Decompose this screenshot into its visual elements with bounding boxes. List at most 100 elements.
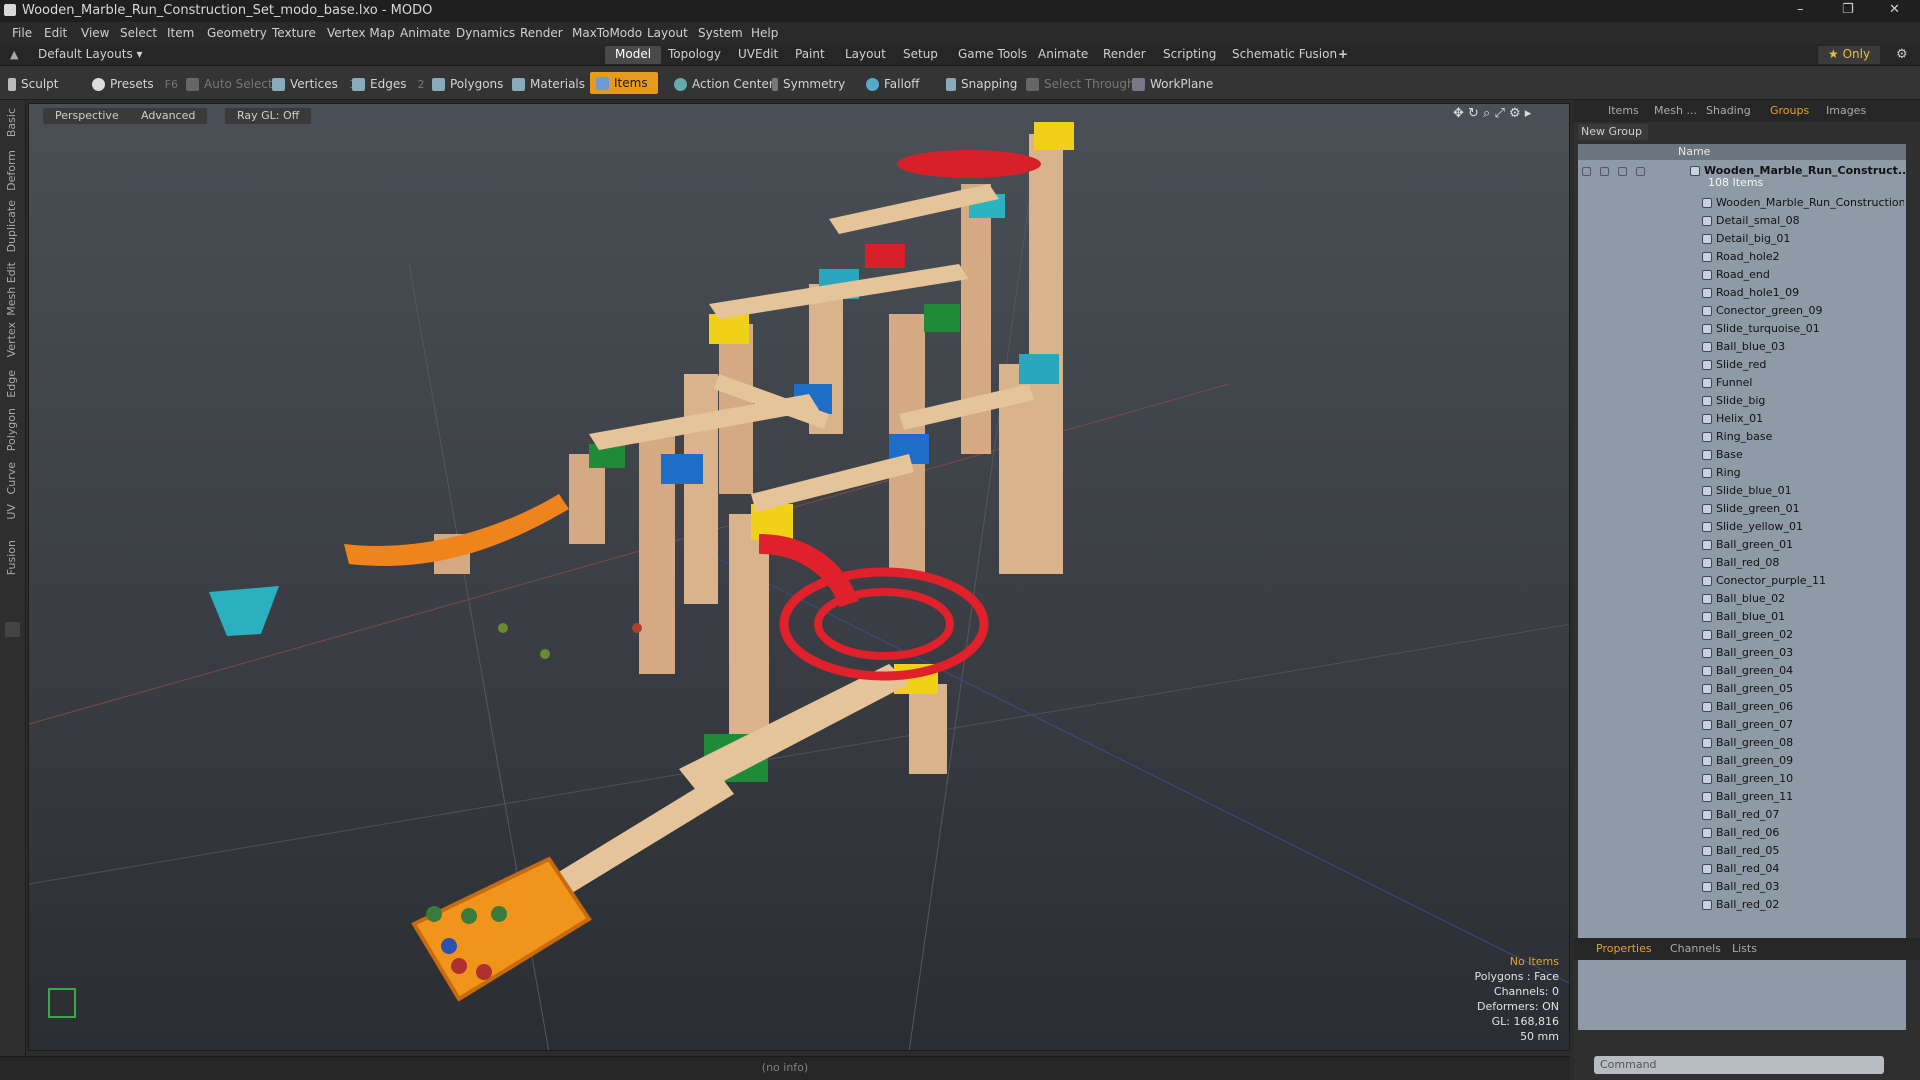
tree-item-row[interactable]: Slide_blue_01 bbox=[1578, 482, 1906, 500]
auto-select-button[interactable]: Auto Select bbox=[186, 74, 273, 94]
eye-toggle[interactable] bbox=[1582, 167, 1591, 176]
menu-geometry[interactable]: Geometry bbox=[207, 26, 267, 40]
menu-animate[interactable]: Animate bbox=[400, 26, 450, 40]
tab-mesh[interactable]: Mesh ... bbox=[1654, 104, 1697, 117]
materials-button[interactable]: Materials bbox=[512, 74, 585, 94]
tree-item-row[interactable]: Ball_red_05 bbox=[1578, 842, 1906, 860]
tab-render[interactable]: Render bbox=[1093, 46, 1156, 64]
command-input[interactable]: Command bbox=[1594, 1056, 1884, 1074]
tree-item-row[interactable]: Ball_green_04 bbox=[1578, 662, 1906, 680]
tree-item-row[interactable]: Ball_red_08 bbox=[1578, 554, 1906, 572]
tab-topology[interactable]: Topology bbox=[658, 46, 731, 64]
tab-images[interactable]: Images bbox=[1826, 104, 1866, 117]
vtab-basic[interactable]: Basic bbox=[5, 108, 18, 137]
vtab-edge[interactable]: Edge bbox=[5, 370, 18, 398]
tab-lists[interactable]: Lists bbox=[1732, 942, 1757, 955]
tree-item-row[interactable]: Conector_purple_11 bbox=[1578, 572, 1906, 590]
tab-groups[interactable]: Groups bbox=[1770, 104, 1809, 117]
tab-model[interactable]: Model bbox=[605, 46, 662, 64]
tree-item-row[interactable]: Ball_green_09 bbox=[1578, 752, 1906, 770]
tree-item-row[interactable]: Slide_big bbox=[1578, 392, 1906, 410]
menu-system[interactable]: System bbox=[698, 26, 743, 40]
tree-item-row[interactable]: Ball_blue_03 bbox=[1578, 338, 1906, 356]
layout-pin-icon[interactable]: ▲ bbox=[10, 48, 18, 61]
tree-item-row[interactable]: Slide_red bbox=[1578, 356, 1906, 374]
tree-item-row[interactable]: Ball_green_07 bbox=[1578, 716, 1906, 734]
sculpt-button[interactable]: Sculpt bbox=[8, 74, 58, 94]
tree-item-row[interactable]: Ball_green_02 bbox=[1578, 626, 1906, 644]
menu-select[interactable]: Select bbox=[120, 26, 157, 40]
menu-edit[interactable]: Edit bbox=[44, 26, 67, 40]
gear-icon[interactable]: ⚙ bbox=[1896, 47, 1908, 62]
menu-maxtomodo[interactable]: MaxToModo bbox=[572, 26, 642, 40]
tree-item-row[interactable]: Ring_base bbox=[1578, 428, 1906, 446]
tree-item-row[interactable]: Conector_green_09 bbox=[1578, 302, 1906, 320]
maximize-button[interactable]: ❐ bbox=[1842, 2, 1854, 17]
lock-toggle[interactable] bbox=[1600, 167, 1609, 176]
tree-item-row[interactable]: Ball_green_11 bbox=[1578, 788, 1906, 806]
tab-setup[interactable]: Setup bbox=[893, 46, 948, 64]
vtab-fusion[interactable]: Fusion bbox=[5, 540, 18, 575]
tab-properties[interactable]: Properties bbox=[1596, 942, 1652, 955]
tab-layout[interactable]: Layout bbox=[835, 46, 896, 64]
polygons-button[interactable]: Polygons bbox=[432, 74, 503, 94]
action-center-button[interactable]: Action Center bbox=[674, 74, 774, 94]
tree-item-row[interactable]: Helix_01 bbox=[1578, 410, 1906, 428]
groups-tree[interactable]: Name Wooden_Marble_Run_Construct... 108 I… bbox=[1578, 144, 1906, 1030]
tree-item-row[interactable]: Ball_green_08 bbox=[1578, 734, 1906, 752]
vtab-deform[interactable]: Deform bbox=[5, 150, 18, 191]
column-name[interactable]: Name bbox=[1678, 144, 1710, 160]
tab-game-tools[interactable]: Game Tools bbox=[948, 46, 1037, 64]
tree-item-row[interactable]: Road_hole1_09 bbox=[1578, 284, 1906, 302]
items-button[interactable]: Items bbox=[590, 72, 658, 94]
tree-item-row[interactable]: Ball_blue_02 bbox=[1578, 590, 1906, 608]
edges-button[interactable]: Edges 2 bbox=[352, 74, 424, 94]
menu-file[interactable]: File bbox=[12, 26, 32, 40]
tree-item-row[interactable]: Ball_red_07 bbox=[1578, 806, 1906, 824]
tree-item-row[interactable]: Base bbox=[1578, 446, 1906, 464]
3d-viewport[interactable]: Perspective Advanced Ray GL: Off ✥ ↻ ⌕ ⤢… bbox=[28, 103, 1570, 1051]
tab-channels[interactable]: Channels bbox=[1670, 942, 1721, 955]
tab-paint[interactable]: Paint bbox=[785, 46, 835, 64]
menu-layout[interactable]: Layout bbox=[647, 26, 688, 40]
tree-item-row[interactable]: Funnel bbox=[1578, 374, 1906, 392]
vtab-polygon[interactable]: Polygon bbox=[5, 408, 18, 451]
add-tab-button[interactable]: + bbox=[1328, 46, 1358, 64]
render-toggle[interactable] bbox=[1618, 167, 1627, 176]
tab-scripting[interactable]: Scripting bbox=[1153, 46, 1226, 64]
tree-item-row[interactable]: Ball_red_03 bbox=[1578, 878, 1906, 896]
menu-item[interactable]: Item bbox=[167, 26, 194, 40]
tree-item-row[interactable]: Ball_green_03 bbox=[1578, 644, 1906, 662]
new-group-button[interactable]: New Group bbox=[1578, 124, 1648, 140]
tree-item-row[interactable]: Detail_smal_08 bbox=[1578, 212, 1906, 230]
menu-view[interactable]: View bbox=[81, 26, 109, 40]
vtab-uv[interactable]: UV bbox=[5, 504, 18, 520]
tree-item-row[interactable]: Ball_green_10 bbox=[1578, 770, 1906, 788]
menu-help[interactable]: Help bbox=[751, 26, 778, 40]
tree-item-row[interactable]: Detail_big_01 bbox=[1578, 230, 1906, 248]
tab-items[interactable]: Items bbox=[1608, 104, 1639, 117]
tree-item-row[interactable]: Road_end bbox=[1578, 266, 1906, 284]
menu-vertex-map[interactable]: Vertex Map bbox=[327, 26, 395, 40]
tree-item-row[interactable]: Ball_red_04 bbox=[1578, 860, 1906, 878]
tree-item-row[interactable]: Ball_red_06 bbox=[1578, 824, 1906, 842]
panel-toggle-icon[interactable] bbox=[5, 622, 20, 637]
vtab-vertex[interactable]: Vertex bbox=[5, 322, 18, 357]
vtab-mesh-edit[interactable]: Mesh Edit bbox=[5, 262, 18, 316]
snapping-button[interactable]: Snapping bbox=[946, 74, 1017, 94]
minimize-button[interactable]: – bbox=[1797, 2, 1804, 17]
tree-item-row[interactable]: Ball_green_06 bbox=[1578, 698, 1906, 716]
falloff-button[interactable]: Falloff bbox=[866, 74, 919, 94]
tree-item-row[interactable]: Ball_green_01 bbox=[1578, 536, 1906, 554]
tree-item-row[interactable]: Road_hole2 bbox=[1578, 248, 1906, 266]
tab-uvedit[interactable]: UVEdit bbox=[728, 46, 788, 64]
tree-item-row[interactable]: Slide_turquoise_01 bbox=[1578, 320, 1906, 338]
only-toggle[interactable]: ★ Only bbox=[1818, 46, 1881, 64]
tree-item-row[interactable]: Ball_green_05 bbox=[1578, 680, 1906, 698]
tree-item-row[interactable]: Slide_green_01 bbox=[1578, 500, 1906, 518]
tab-animate[interactable]: Animate bbox=[1028, 46, 1098, 64]
menu-render[interactable]: Render bbox=[520, 26, 563, 40]
tree-item-row[interactable]: Ball_red_02 bbox=[1578, 896, 1906, 914]
presets-button[interactable]: Presets F6 bbox=[92, 74, 178, 94]
tree-item-row[interactable]: Slide_yellow_01 bbox=[1578, 518, 1906, 536]
